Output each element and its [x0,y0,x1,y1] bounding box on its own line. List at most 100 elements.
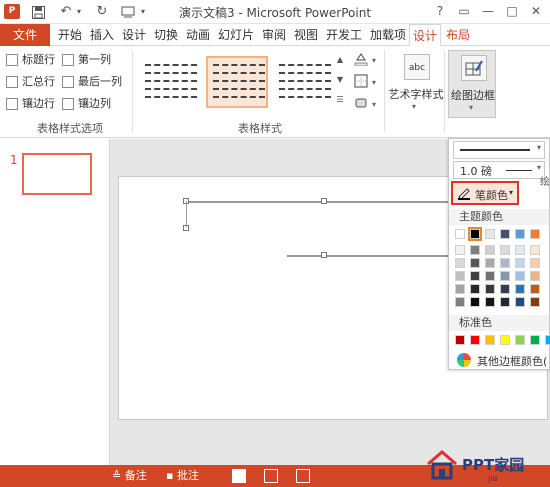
tab-review[interactable]: 审阅 [259,24,289,46]
theme-shade-swatch[interactable] [515,284,525,294]
theme-shade-swatch[interactable] [485,245,495,255]
theme-shade-swatch[interactable] [470,271,480,281]
theme-shade-swatch[interactable] [485,258,495,268]
standard-color-swatch[interactable] [530,335,540,345]
slide-number: 1 [10,153,18,167]
theme-color-swatch[interactable] [485,229,495,239]
tab-slideshow[interactable]: 幻灯片 [215,24,257,46]
standard-color-swatch[interactable] [485,335,495,345]
tab-home[interactable]: 开始 [55,24,85,46]
standard-color-swatch[interactable] [470,335,480,345]
theme-shade-swatch[interactable] [500,284,510,294]
theme-shade-swatch[interactable] [470,258,480,268]
last-column-checkbox[interactable]: 最后一列 [62,74,132,90]
theme-shade-swatch[interactable] [470,297,480,307]
tab-animations[interactable]: 动画 [183,24,213,46]
theme-shade-swatch[interactable] [515,271,525,281]
checkbox-icon [6,54,18,66]
close-icon[interactable]: ✕ [528,3,544,19]
theme-shade-swatch[interactable] [470,245,480,255]
tab-developer[interactable]: 开发工 [323,24,365,46]
theme-color-swatch[interactable] [468,227,482,241]
theme-shade-swatch[interactable] [455,284,465,294]
header-row-checkbox[interactable]: 标题行 [6,52,66,68]
theme-shade-swatch[interactable] [470,284,480,294]
wordart-styles-button[interactable]: abc 艺术字样式 ▾ [389,50,444,118]
gallery-down-icon[interactable]: ▼ [335,74,345,86]
effects-icon[interactable] [352,96,370,112]
theme-shade-swatch[interactable] [530,297,540,307]
theme-color-swatch[interactable] [515,229,525,239]
borders-icon[interactable] [352,74,370,90]
theme-shade-swatch[interactable] [485,284,495,294]
tab-table-design[interactable]: 设计 [409,24,441,46]
theme-shade-swatch[interactable] [515,245,525,255]
table-styles-gallery [140,52,340,110]
theme-shade-swatch[interactable] [485,297,495,307]
table-style-option[interactable] [274,56,336,108]
pen-color-button[interactable]: 笔颜色 ▾ [451,181,519,205]
theme-shade-swatch[interactable] [530,245,540,255]
pen-style-select[interactable]: ▾ [453,141,545,159]
table-style-option[interactable] [140,56,202,108]
theme-shade-swatch[interactable] [515,297,525,307]
gallery-up-icon[interactable]: ▲ [335,54,345,66]
draw-borders-button[interactable]: 绘图边框 ▾ [448,50,496,118]
notes-icon: ≙ [112,469,122,482]
comments-button[interactable]: ▪ 批注 [166,468,199,484]
theme-shade-swatch[interactable] [530,271,540,281]
comments-icon: ▪ [166,469,174,482]
selection-handle[interactable] [321,252,327,258]
tab-transitions[interactable]: 切换 [151,24,181,46]
tab-file[interactable]: 文件 [0,24,50,46]
reading-view-icon[interactable] [296,469,310,483]
ribbon-display-options-icon[interactable]: ▭ [456,3,472,19]
theme-shade-swatch[interactable] [455,258,465,268]
theme-shade-swatch[interactable] [500,245,510,255]
effects-dropdown-icon[interactable]: ▾ [372,100,376,109]
first-column-checkbox[interactable]: 第一列 [62,52,126,68]
slide-sorter-view-icon[interactable] [264,469,278,483]
tab-table-layout[interactable]: 布局 [443,24,473,46]
theme-color-swatch[interactable] [530,229,540,239]
slide-thumbnail[interactable] [22,153,92,195]
table-style-option-selected[interactable] [206,56,268,108]
shading-icon[interactable] [352,52,370,68]
selection-handle[interactable] [321,198,327,204]
tab-addins[interactable]: 加载项 [367,24,409,46]
theme-shade-swatch[interactable] [500,271,510,281]
standard-color-swatch[interactable] [455,335,465,345]
chevron-down-icon: ▾ [536,143,541,152]
tab-insert[interactable]: 插入 [87,24,117,46]
more-border-colors-item[interactable]: 其他边框颜色( [453,351,549,369]
theme-shade-swatch[interactable] [455,271,465,281]
shading-dropdown-icon[interactable]: ▾ [372,56,376,65]
standard-color-swatch[interactable] [515,335,525,345]
theme-shade-swatch[interactable] [485,271,495,281]
table-inner-line [287,255,457,257]
tab-view[interactable]: 视图 [291,24,321,46]
banded-columns-checkbox[interactable]: 镶边列 [62,96,126,112]
theme-shade-swatch[interactable] [530,258,540,268]
help-icon[interactable]: ? [432,3,448,19]
banded-rows-checkbox[interactable]: 镶边行 [6,96,66,112]
theme-color-swatch[interactable] [500,229,510,239]
theme-shade-swatch[interactable] [500,258,510,268]
minimize-icon[interactable]: — [480,3,496,19]
theme-shade-swatch[interactable] [455,297,465,307]
pen-weight-select[interactable]: 1.0 磅 ▾ [453,161,545,179]
standard-color-swatch[interactable] [500,335,510,345]
theme-shade-swatch[interactable] [455,245,465,255]
normal-view-icon[interactable] [232,469,246,483]
theme-shade-swatch[interactable] [515,258,525,268]
tab-design[interactable]: 设计 [119,24,149,46]
total-row-checkbox[interactable]: 汇总行 [6,74,66,90]
standard-color-swatch[interactable] [545,335,550,345]
notes-button[interactable]: ≙ 备注 [112,468,147,484]
theme-shade-swatch[interactable] [530,284,540,294]
maximize-icon[interactable]: □ [504,3,520,19]
theme-color-swatch[interactable] [455,229,465,239]
theme-shade-swatch[interactable] [500,297,510,307]
gallery-more-icon[interactable]: ☰ [335,94,345,106]
borders-dropdown-icon[interactable]: ▾ [372,78,376,87]
